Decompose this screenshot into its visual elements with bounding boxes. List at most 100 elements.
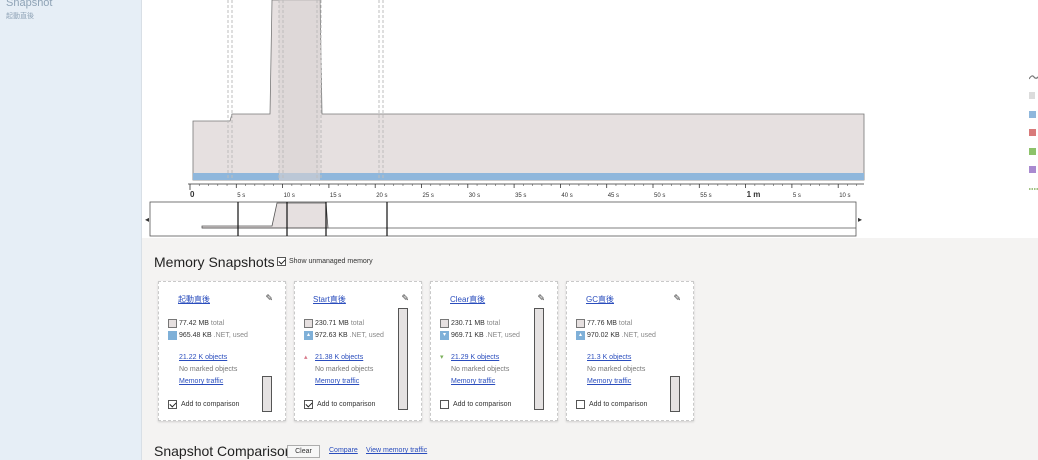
- total-memory: 230.71 MB total: [440, 319, 500, 328]
- sidebar-subtitle: 起動直後: [6, 13, 34, 20]
- net-memory-value: 970.02 KB: [587, 332, 620, 339]
- chart-legend: Total usedUnmanaged memory Heap generatio…: [1028, 68, 1038, 198]
- objects-link[interactable]: 21.38 K objects: [315, 354, 363, 361]
- memory-size-bar: [534, 308, 544, 410]
- net-memory-suffix: .NET, used: [349, 332, 384, 339]
- objects-link[interactable]: 21.22 K objects: [179, 354, 227, 361]
- objects-link[interactable]: 21.29 K objects: [451, 354, 499, 361]
- legend-item: Unmanaged memory: [1029, 87, 1038, 106]
- objects-trend-icon: ▴: [304, 354, 308, 361]
- overview-left-arrow[interactable]: ◂: [145, 215, 149, 224]
- axis-tick-label: 5 s: [793, 193, 801, 199]
- legend-swatch-icon: [1029, 166, 1037, 174]
- memory-traffic-link[interactable]: Memory traffic: [179, 378, 223, 385]
- axis-tick-label: 0: [190, 190, 195, 199]
- snapshot-comparison-title: Snapshot Comparison: [154, 443, 293, 459]
- add-to-comparison-checkbox[interactable]: [576, 400, 585, 409]
- edit-pencil-icon[interactable]: ✎: [401, 293, 409, 304]
- axis-tick-label: 1 m: [747, 190, 761, 199]
- overview-strip: [149, 201, 857, 237]
- memory-size-bar: [670, 376, 680, 412]
- net-memory-suffix: .NET, used: [621, 332, 656, 339]
- memory-traffic-link[interactable]: Memory traffic: [587, 378, 631, 385]
- net-memory: ▴ 970.02 KB .NET, used: [576, 331, 656, 340]
- total-memory-value: 230.71 MB: [451, 320, 485, 327]
- edit-pencil-icon[interactable]: ✎: [265, 293, 273, 304]
- snapshot-card[interactable]: Start直後 ✎ 230.71 MB total ▴ 972.63 KB .NET, …: [294, 281, 422, 421]
- add-to-comparison[interactable]: Add to comparison: [440, 400, 511, 409]
- total-memory: 77.76 MB total: [576, 319, 632, 328]
- total-memory-suffix: total: [210, 320, 225, 327]
- snapshot-name-link[interactable]: Clear直後: [450, 294, 576, 305]
- snapshot-name-link[interactable]: GC直後: [586, 294, 712, 305]
- compare-link[interactable]: Compare: [329, 447, 358, 454]
- add-to-comparison-checkbox[interactable]: [440, 400, 449, 409]
- add-to-comparison[interactable]: Add to comparison: [168, 400, 239, 409]
- total-memory: 77.42 MB total: [168, 319, 224, 328]
- legend-swatch-icon: [1029, 92, 1036, 100]
- add-to-comparison-checkbox[interactable]: [168, 400, 177, 409]
- legend-item: Heap generation 1: [1029, 124, 1038, 143]
- axis-tick-label: 50 s: [654, 193, 665, 199]
- snapshot-name-link[interactable]: Start直後: [313, 294, 439, 305]
- total-memory-suffix: total: [618, 320, 633, 327]
- total-memory: 230.71 MB total: [304, 319, 364, 328]
- add-to-comparison-checkbox[interactable]: [304, 400, 313, 409]
- legend-item: Heap generation 2: [1029, 142, 1038, 161]
- add-to-comparison[interactable]: Add to comparison: [576, 400, 647, 409]
- sidebar-title: Snapshot: [6, 0, 53, 9]
- legend-swatch-icon: [1029, 147, 1037, 155]
- clear-button[interactable]: Clear: [287, 445, 320, 458]
- total-memory-icon: [440, 319, 449, 328]
- axis-tick-label: 15 s: [330, 193, 341, 199]
- memory-chart[interactable]: 0 5 s 10 s 15 s 20 s 25 s 30 s 35 s 40 s 45 s 50 s…: [142, 0, 1038, 238]
- add-to-comparison-label: Add to comparison: [453, 401, 512, 408]
- axis-tick-label: 55 s: [700, 193, 711, 199]
- snapshot-name-link[interactable]: 起動直後: [178, 294, 304, 305]
- net-memory-suffix: .NET, used: [213, 332, 248, 339]
- show-unmanaged-checkbox[interactable]: [277, 257, 286, 266]
- legend-item: Large object heap: [1029, 161, 1038, 180]
- net-memory-value: 969.71 KB: [451, 332, 484, 339]
- net-memory-value: 965.48 KB: [179, 332, 212, 339]
- axis-tick-label: 20 s: [376, 193, 387, 199]
- view-memory-traffic-link[interactable]: View memory traffic: [366, 447, 427, 454]
- objects-trend-icon: ▾: [440, 354, 444, 361]
- memory-traffic-link[interactable]: Memory traffic: [315, 378, 359, 385]
- allocation-dotted-line-icon: [1029, 185, 1038, 192]
- net-memory: ▴ 972.63 KB .NET, used: [304, 331, 384, 340]
- show-unmanaged-toggle[interactable]: Show unmanaged memory: [277, 257, 373, 266]
- time-axis-ticks: 0 5 s 10 s 15 s 20 s 25 s 30 s 35 s 40 s 45 s 50 s…: [189, 184, 858, 199]
- edit-pencil-icon[interactable]: ✎: [673, 293, 681, 304]
- snapshot-card[interactable]: 起動直後 ✎ 77.42 MB total 965.48 KB .NET, used 2…: [158, 281, 286, 421]
- axis-tick-label: 40 s: [561, 193, 572, 199]
- snapshot-card[interactable]: GC直後 ✎ 77.76 MB total ▴ 970.02 KB .NET, used…: [566, 281, 694, 421]
- legend-item: Total used: [1028, 68, 1038, 87]
- add-to-comparison-label: Add to comparison: [181, 401, 240, 408]
- total-memory-value: 77.76 MB: [587, 320, 617, 327]
- overview-right-arrow[interactable]: ▸: [858, 215, 862, 224]
- marked-objects: No marked objects: [587, 366, 646, 373]
- memory-chart-area: 0 5 s 10 s 15 s 20 s 25 s 30 s 35 s 40 s 45 s 50 s…: [142, 0, 1038, 238]
- memory-size-bar: [398, 308, 408, 410]
- sidebar: Snapshot 起動直後: [0, 0, 142, 460]
- total-memory-value: 77.42 MB: [179, 320, 209, 327]
- snapshot-card[interactable]: Clear直後 ✎ 230.71 MB total ▾ 969.71 KB .NET, …: [430, 281, 558, 421]
- snapshot-interval-highlight: [279, 0, 320, 180]
- add-to-comparison[interactable]: Add to comparison: [304, 400, 375, 409]
- total-memory-suffix: total: [350, 320, 365, 327]
- marked-objects: No marked objects: [315, 366, 374, 373]
- add-to-comparison-label: Add to comparison: [317, 401, 376, 408]
- marked-objects: No marked objects: [451, 366, 510, 373]
- legend-swatch-icon: [1029, 110, 1037, 118]
- net-memory-value: 972.63 KB: [315, 332, 348, 339]
- total-memory-icon: [576, 319, 585, 328]
- axis-tick-label: 5 s: [237, 193, 245, 199]
- objects-link[interactable]: 21.3 K objects: [587, 354, 631, 361]
- edit-pencil-icon[interactable]: ✎: [537, 293, 545, 304]
- net-memory-suffix: .NET, used: [485, 332, 520, 339]
- memory-traffic-link[interactable]: Memory traffic: [451, 378, 495, 385]
- axis-tick-label: 10 s: [839, 193, 850, 199]
- axis-tick-label: 10 s: [284, 193, 295, 199]
- total-used-line-icon: [1028, 74, 1038, 81]
